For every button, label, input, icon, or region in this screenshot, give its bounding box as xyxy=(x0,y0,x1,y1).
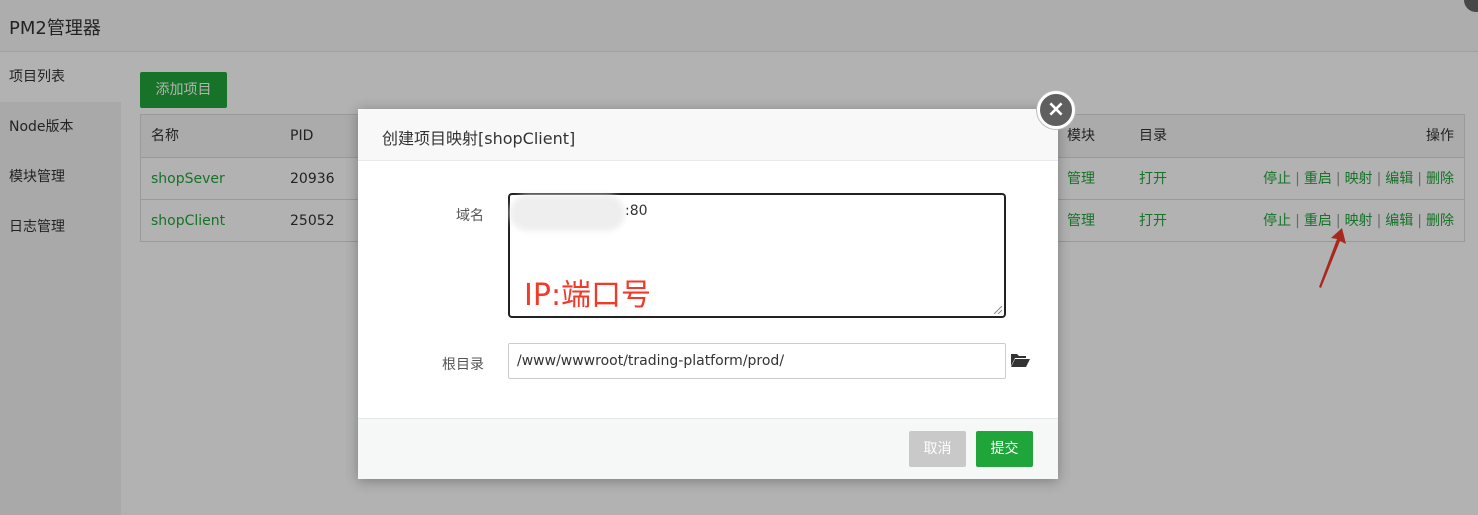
root-dir-input[interactable]: /www/wwwroot/trading-platform/prod/ xyxy=(508,343,1006,379)
annotation-text: IP:端口号 xyxy=(524,278,652,313)
dialog-footer: 取消 提交 xyxy=(358,418,1058,479)
dialog-header: 创建项目映射[shopClient] xyxy=(358,109,1058,161)
dialog-title: 创建项目映射[shopClient] xyxy=(382,129,576,148)
domain-textarea[interactable]: :80 IP:端口号 xyxy=(508,193,1006,318)
create-mapping-dialog: 创建项目映射[shopClient] × 域名 :80 IP:端口号 根目录 /… xyxy=(358,91,1075,479)
close-icon[interactable]: × xyxy=(1037,91,1075,129)
submit-button[interactable]: 提交 xyxy=(976,431,1033,467)
redacted-ip-blur xyxy=(510,195,625,231)
cancel-button[interactable]: 取消 xyxy=(909,431,966,467)
folder-open-icon[interactable] xyxy=(1010,352,1030,368)
domain-label: 域名 xyxy=(456,208,484,224)
domain-value: :80 xyxy=(625,203,648,219)
root-dir-label: 根目录 xyxy=(442,357,484,373)
resize-handle-icon[interactable] xyxy=(992,304,1002,314)
